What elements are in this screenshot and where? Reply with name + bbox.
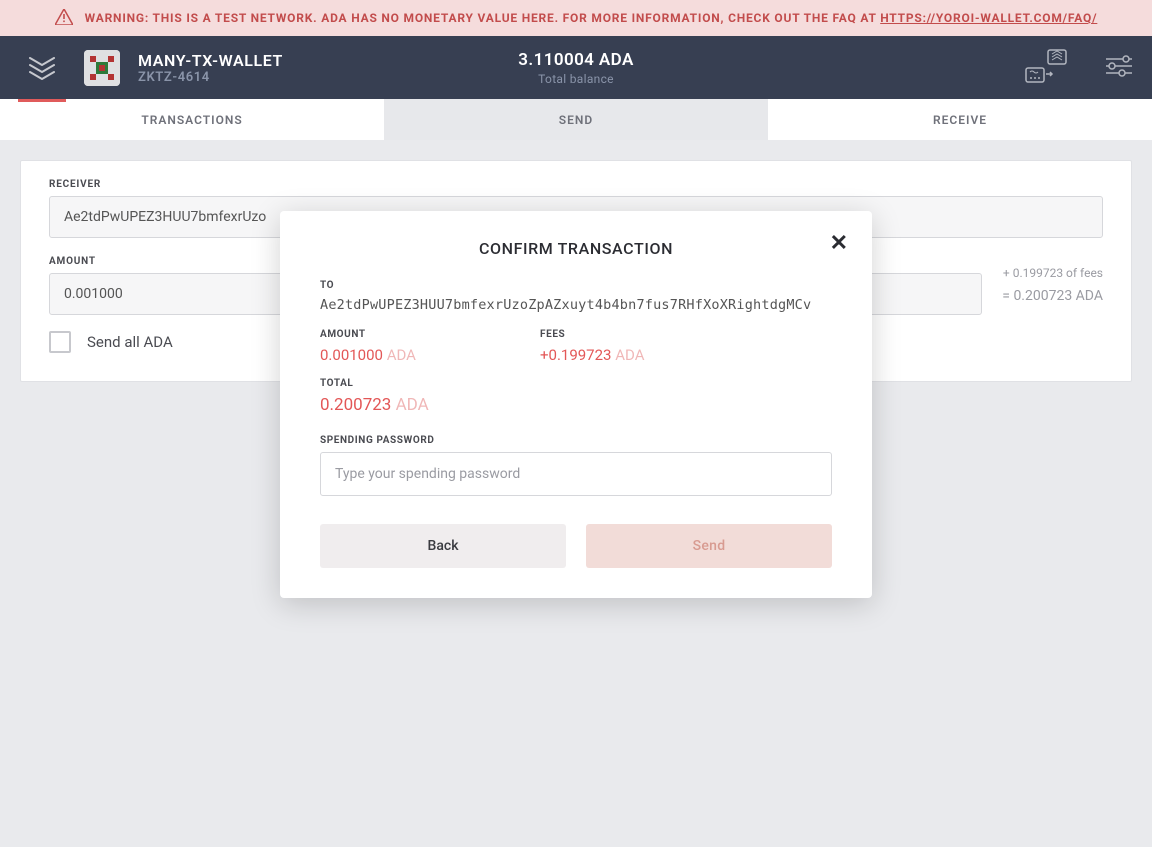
to-address: Ae2tdPwUPEZ3HUU7bmfexrUzoZpAZxuyt4b4bn7f…: [320, 297, 832, 313]
modal-total-number: 0.200723: [320, 395, 391, 415]
modal-fees-value: +0.199723 ADA: [540, 346, 720, 364]
modal-amount-label: AMOUNT: [320, 329, 500, 340]
modal-title: CONFIRM TRANSACTION: [310, 239, 842, 258]
send-button[interactable]: Send: [586, 524, 832, 568]
modal-fees-label: FEES: [540, 329, 720, 340]
modal-total-value: 0.200723 ADA: [320, 395, 832, 415]
modal-amount-number: 0.001000: [320, 346, 383, 364]
modal-amount-currency: ADA: [387, 346, 416, 364]
password-label: SPENDING PASSWORD: [320, 435, 832, 446]
to-label: TO: [320, 280, 832, 291]
confirm-transaction-modal: CONFIRM TRANSACTION ✕ TO Ae2tdPwUPEZ3HUU…: [280, 211, 872, 598]
spending-password-input[interactable]: [320, 452, 832, 496]
modal-backdrop: CONFIRM TRANSACTION ✕ TO Ae2tdPwUPEZ3HUU…: [0, 0, 1152, 847]
modal-fees-number: +0.199723: [540, 346, 611, 364]
modal-amount-value: 0.001000 ADA: [320, 346, 500, 364]
modal-fees-currency: ADA: [615, 346, 644, 364]
modal-total-label: TOTAL: [320, 378, 832, 389]
close-icon[interactable]: ✕: [830, 231, 848, 256]
modal-total-currency: ADA: [396, 395, 429, 415]
back-button[interactable]: Back: [320, 524, 566, 568]
